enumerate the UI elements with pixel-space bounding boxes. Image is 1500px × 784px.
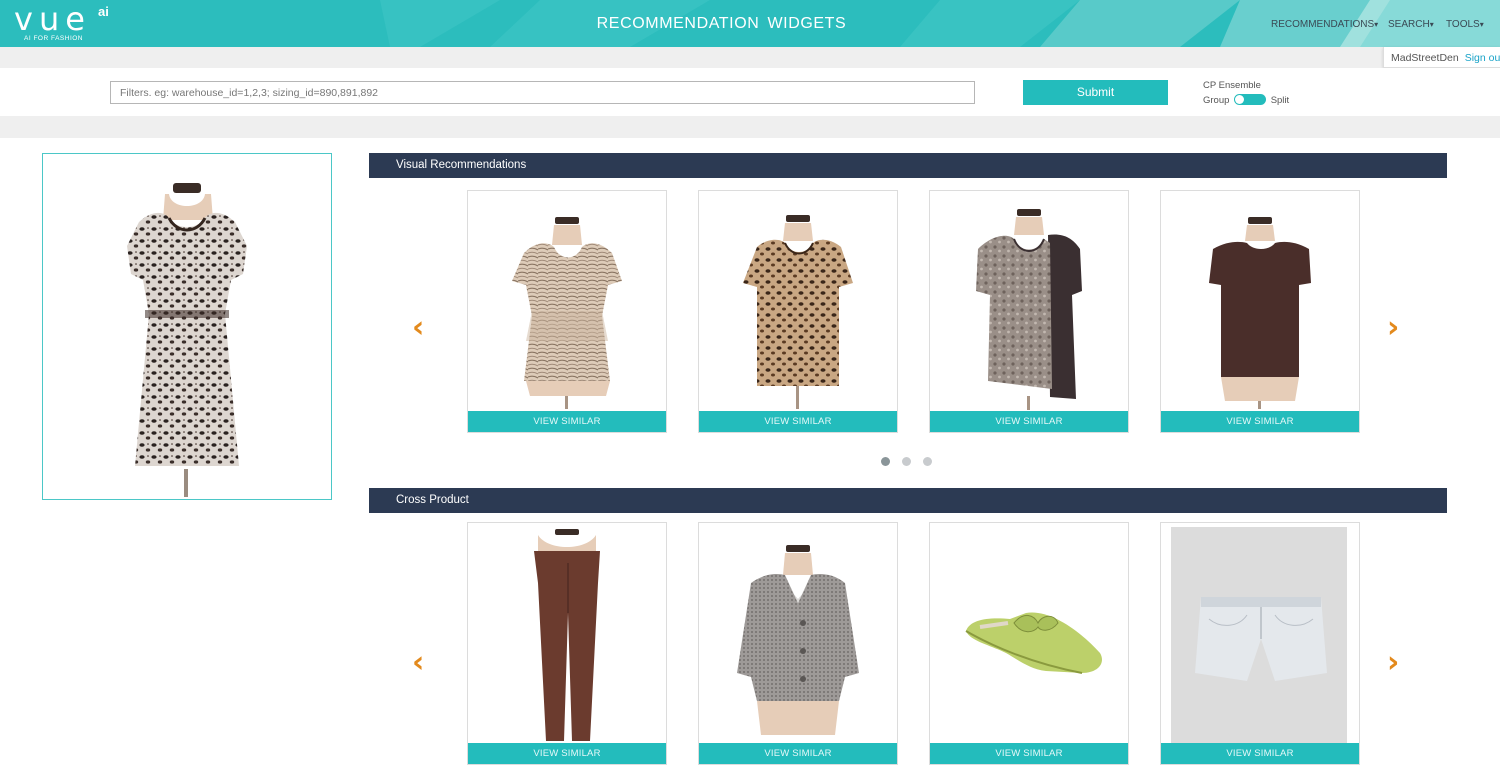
product-card[interactable]: VIEW SIMILAR [698,190,898,433]
main-product-card[interactable] [42,153,332,500]
nav-search-label: SEARCH [1388,19,1430,30]
product-card[interactable]: VIEW SIMILAR [467,522,667,765]
zebra-blouse-image [512,217,622,409]
prev-arrow-icon[interactable]: ‹ [412,313,424,343]
cross-product-header: Cross Product [369,488,1447,513]
product-card[interactable]: VIEW SIMILAR [698,522,898,765]
chevron-down-icon: ▾ [1429,20,1434,29]
filters-input[interactable] [110,81,975,104]
submit-button[interactable]: Submit [1023,80,1168,105]
view-similar-button[interactable]: VIEW SIMILAR [468,743,666,764]
sign-out-link[interactable]: Sign out [1465,52,1500,64]
nav-recommendations-label: RECOMMENDATIONS [1271,19,1375,30]
product-card[interactable]: VIEW SIMILAR [1160,190,1360,433]
nav-recommendations[interactable]: RECOMMENDATIONS▾ [1271,19,1378,30]
pagination-dot[interactable] [923,457,932,466]
brown-pants-image [534,529,600,741]
view-similar-button[interactable]: VIEW SIMILAR [699,743,897,764]
toggle-split-label: Split [1270,95,1290,107]
header-gap-band [0,47,1500,68]
pagination-dot[interactable] [902,457,911,466]
cp-ensemble-toggle-row: Group Split [1203,94,1290,107]
view-similar-button[interactable]: VIEW SIMILAR [1161,743,1359,764]
view-similar-button[interactable]: VIEW SIMILAR [699,411,897,432]
username[interactable]: MadStreetDen [1391,52,1459,64]
product-card[interactable]: VIEW SIMILAR [467,190,667,433]
carousel-pagination [881,453,944,471]
denim-shorts-image [1171,527,1347,743]
user-menu: MadStreetDen Sign out [1383,47,1500,68]
toggle-group-label: Group [1203,95,1230,107]
logo-wordmark: vue [14,0,91,38]
vue-ai-logo[interactable]: vue ai AI FOR FASHION [14,0,109,42]
view-similar-button[interactable]: VIEW SIMILAR [930,743,1128,764]
logo-superscript: ai [98,4,109,19]
logo-tagline: AI FOR FASHION [24,35,84,42]
page-title: RECOMMENDATION WIDGETS [596,15,847,32]
top-header: vue ai AI FOR FASHION RECOMMENDATION WID… [0,0,1500,47]
grey-jacket-image [737,545,859,735]
chevron-down-icon: ▾ [1374,20,1379,29]
view-similar-button[interactable]: VIEW SIMILAR [930,411,1128,432]
brown-tee-image [1209,217,1311,409]
product-card[interactable]: VIEW SIMILAR [929,190,1129,433]
group-split-toggle[interactable] [1234,94,1267,105]
snake-print-top-image [976,209,1082,410]
green-mule-image [965,612,1102,674]
view-similar-button[interactable]: VIEW SIMILAR [1161,411,1359,432]
nav-tools-label: TOOLS [1446,19,1480,30]
chevron-down-icon: ▾ [1479,20,1484,29]
product-card[interactable]: VIEW SIMILAR [929,522,1129,765]
product-card[interactable]: VIEW SIMILAR [1160,522,1360,765]
view-similar-button[interactable]: VIEW SIMILAR [468,411,666,432]
prev-arrow-icon[interactable]: ‹ [412,648,424,678]
nav-search[interactable]: SEARCH▾ [1388,19,1434,30]
filter-bottom-band [0,116,1500,138]
next-arrow-icon[interactable]: › [1387,313,1399,343]
nav-tools[interactable]: TOOLS▾ [1446,19,1484,30]
leopard-tee-image [743,215,853,409]
cp-ensemble-label: CP Ensemble [1203,80,1261,91]
toggle-knob [1235,95,1245,104]
visual-recommendations-header: Visual Recommendations [369,153,1447,178]
next-arrow-icon[interactable]: › [1387,648,1399,678]
leopard-print-top-image [127,183,247,497]
pagination-dot[interactable] [881,457,890,466]
